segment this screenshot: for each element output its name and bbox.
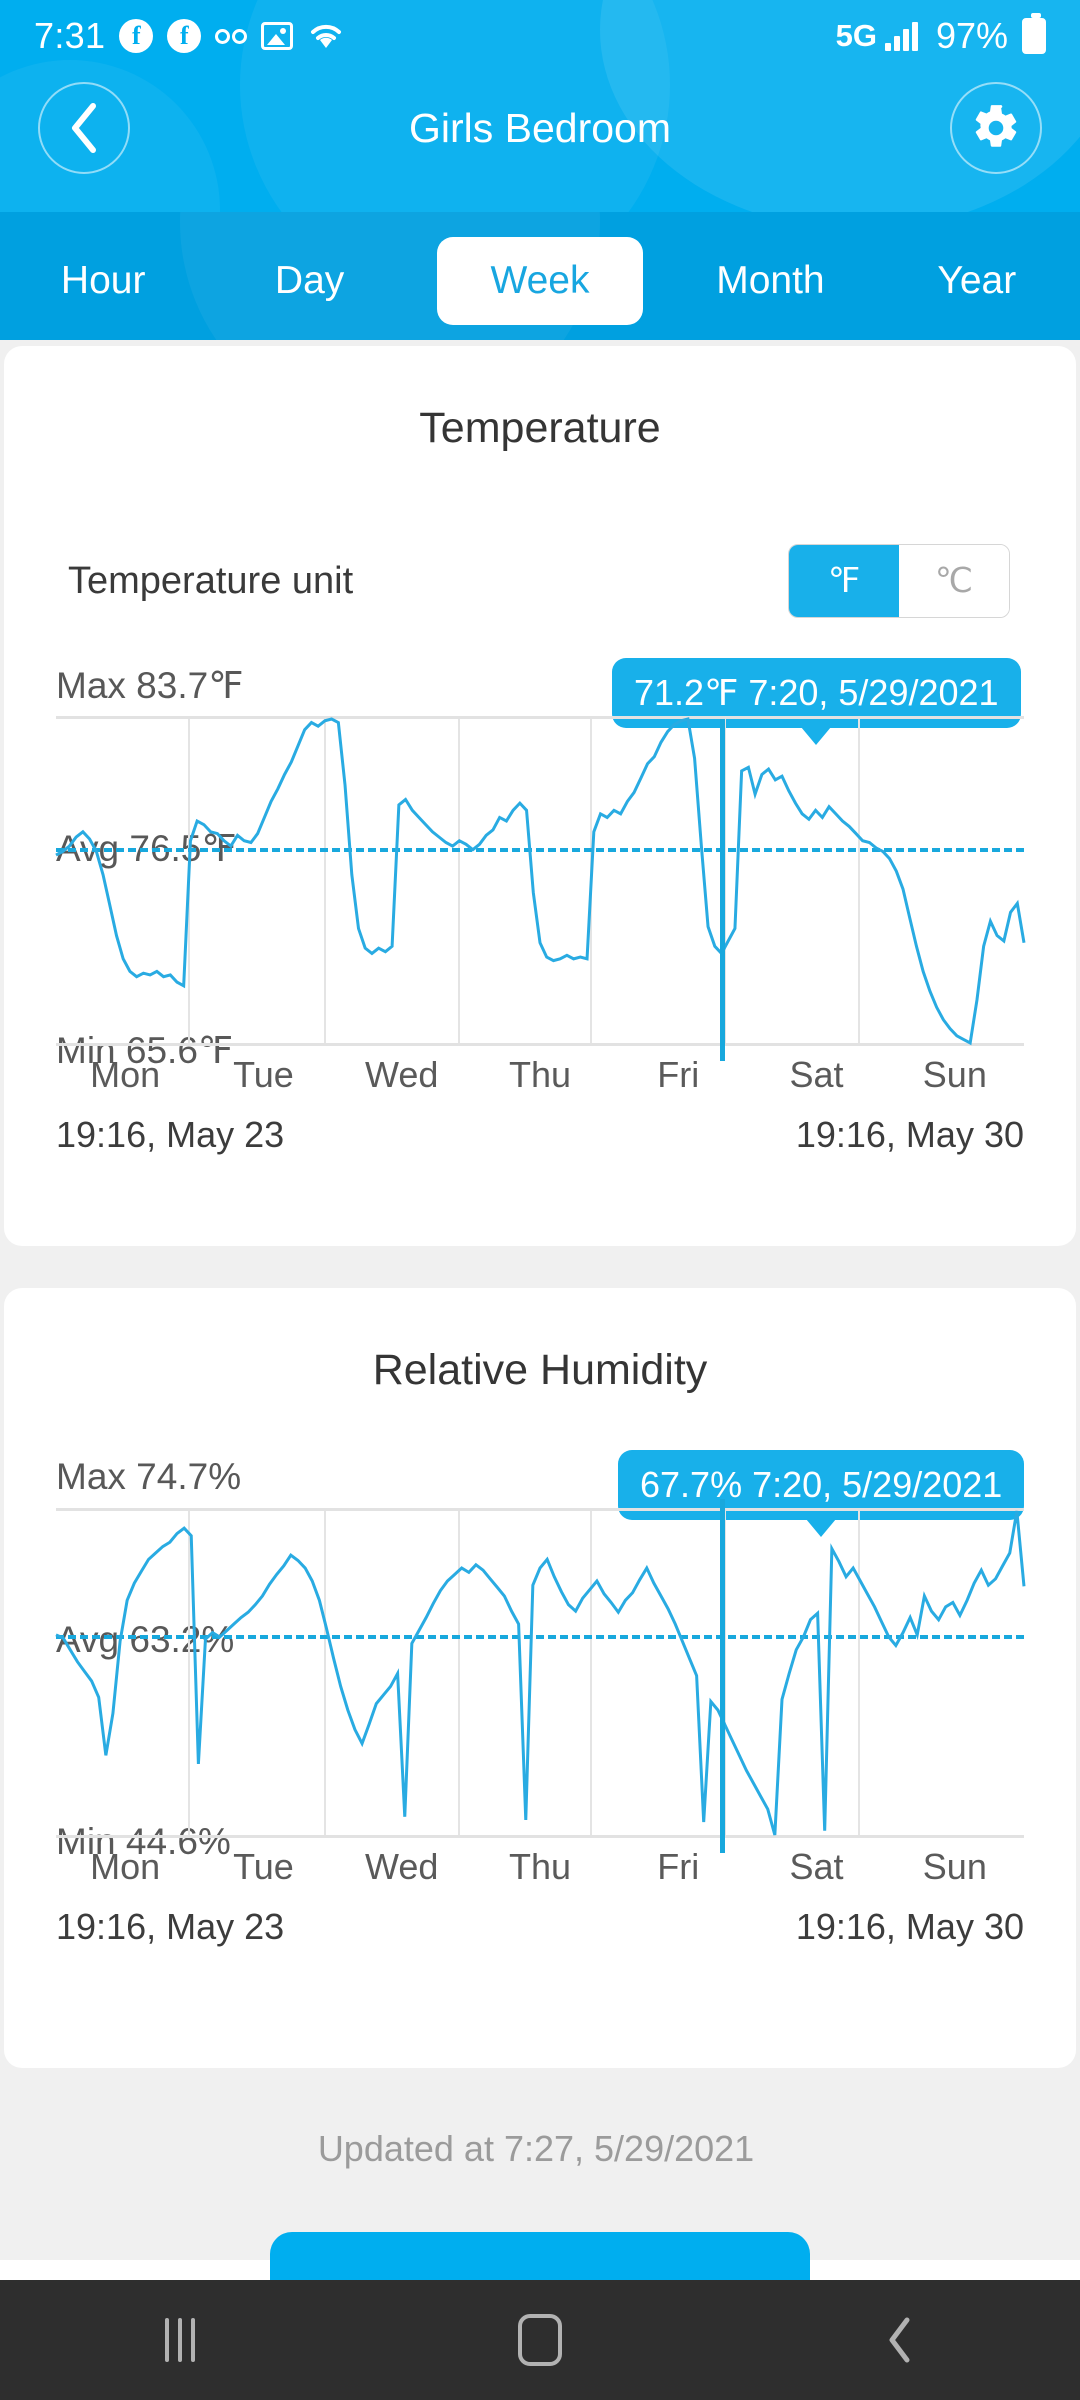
tab-year[interactable]: Year [874,259,1080,303]
wifi-icon [307,18,345,55]
axis-day-thu: Thu [508,1846,571,1887]
facebook-icon: f [119,19,154,53]
temperature-unit-toggle[interactable]: ℉ ℃ [788,544,1010,618]
footer-bar: Updated at 7:27, 5/29/2021 [0,2080,1072,2332]
settings-button[interactable] [950,82,1042,174]
tab-week[interactable]: Week [436,237,644,325]
android-navigation-bar [0,2280,1080,2400]
tab-month[interactable]: Month [667,259,873,303]
unit-option-fahrenheit[interactable]: ℉ [789,545,899,617]
axis-day-sat: Sat [789,1054,844,1095]
updated-timestamp: Updated at 7:27, 5/29/2021 [317,2128,755,2169]
gear-icon [975,104,1017,147]
temperature-range-start: 19:16, May 23 [56,1114,285,1155]
temperature-card: Temperature Temperature unit ℉ ℃ Max 83.… [4,346,1076,1246]
temperature-range-end: 19:16, May 30 [795,1114,1024,1155]
humidity-title: Relative Humidity [372,1346,708,1394]
axis-day-fri: Fri [657,1846,700,1887]
axis-day-sat: Sat [789,1846,844,1887]
back-button[interactable] [38,82,130,174]
axis-day-sun: Sun [922,1054,987,1095]
signal-strength-icon [884,21,918,51]
humidity-line-svg [56,1511,1024,1835]
humidity-range-end: 19:16, May 30 [795,1906,1024,1947]
temperature-chart[interactable]: Max 83.7℉ Avg 76.5℉ Min 65.6℉ 71.2℉ 7:20… [4,646,1076,1206]
axis-day-wed: Wed [365,1846,439,1887]
status-time: 7:31 [34,15,106,56]
home-icon [518,2314,562,2366]
axis-day-wed: Wed [365,1054,439,1095]
android-back-button[interactable] [720,2317,1080,2363]
temperature-day-axis: Mon Tue Wed Thu Fri Sat Sun [56,1054,1024,1096]
axis-day-fri: Fri [657,1054,700,1095]
period-tabs: Hour Day Week Month Year [0,212,1080,350]
recents-button[interactable] [0,2318,360,2362]
status-bar-left: 7:31 f f [34,15,345,57]
humidity-plot-area [56,1499,1024,1853]
humidity-range-row: 19:16, May 23 19:16, May 30 [56,1906,1024,1948]
battery-icon [1022,13,1046,54]
back-icon [889,2317,910,2363]
tab-day[interactable]: Day [206,259,412,303]
header-nav-row: Girls Bedroom [0,72,1080,184]
humidity-chart[interactable]: Max 74.7% Avg 63.2% Min 44.6% 67.7% 7:20… [4,1438,1076,1998]
tab-hour[interactable]: Hour [0,259,206,303]
temperature-unit-row: Temperature unit ℉ ℃ [4,536,1076,626]
network-type-label: 5G [835,18,877,53]
unit-option-celsius[interactable]: ℃ [899,545,1009,617]
recents-icon [165,2318,195,2362]
page-title: Girls Bedroom [408,104,671,151]
temperature-range-row: 19:16, May 23 19:16, May 30 [56,1114,1024,1156]
axis-day-tue: Tue [233,1054,294,1095]
temperature-plot-area [56,716,1024,1061]
axis-day-tue: Tue [233,1846,294,1887]
photo-icon [261,22,294,50]
humidity-max-label: Max 74.7% [56,1456,242,1497]
app-header: 7:31 f f 5G 97% Girls Bedroom [0,0,1080,212]
humidity-cursor-line [720,1499,726,1853]
chevron-left-icon [72,103,96,153]
scroll-content[interactable]: Temperature Temperature unit ℉ ℃ Max 83.… [0,340,1080,2332]
humidity-card: Relative Humidity Max 74.7% Avg 63.2% Mi… [4,1288,1076,2068]
home-button[interactable] [360,2314,720,2366]
axis-day-mon: Mon [90,1846,161,1887]
axis-day-mon: Mon [90,1054,161,1095]
temperature-line-svg [56,719,1024,1043]
humidity-day-axis: Mon Tue Wed Thu Fri Sat Sun [56,1846,1024,1888]
temperature-max-label: Max 83.7℉ [56,665,244,706]
status-bar: 7:31 f f 5G 97% [0,0,1080,72]
facebook-icon: f [167,19,202,53]
temperature-cursor-line [720,719,726,1061]
humidity-range-start: 19:16, May 23 [56,1906,285,1947]
battery-percentage: 97% [935,15,1008,56]
temperature-title: Temperature [419,404,661,452]
status-bar-right: 5G 97% [835,13,1046,57]
axis-day-sun: Sun [922,1846,987,1887]
voicemail-icon [215,28,248,44]
temperature-unit-label: Temperature unit [68,559,354,602]
axis-day-thu: Thu [508,1054,571,1095]
